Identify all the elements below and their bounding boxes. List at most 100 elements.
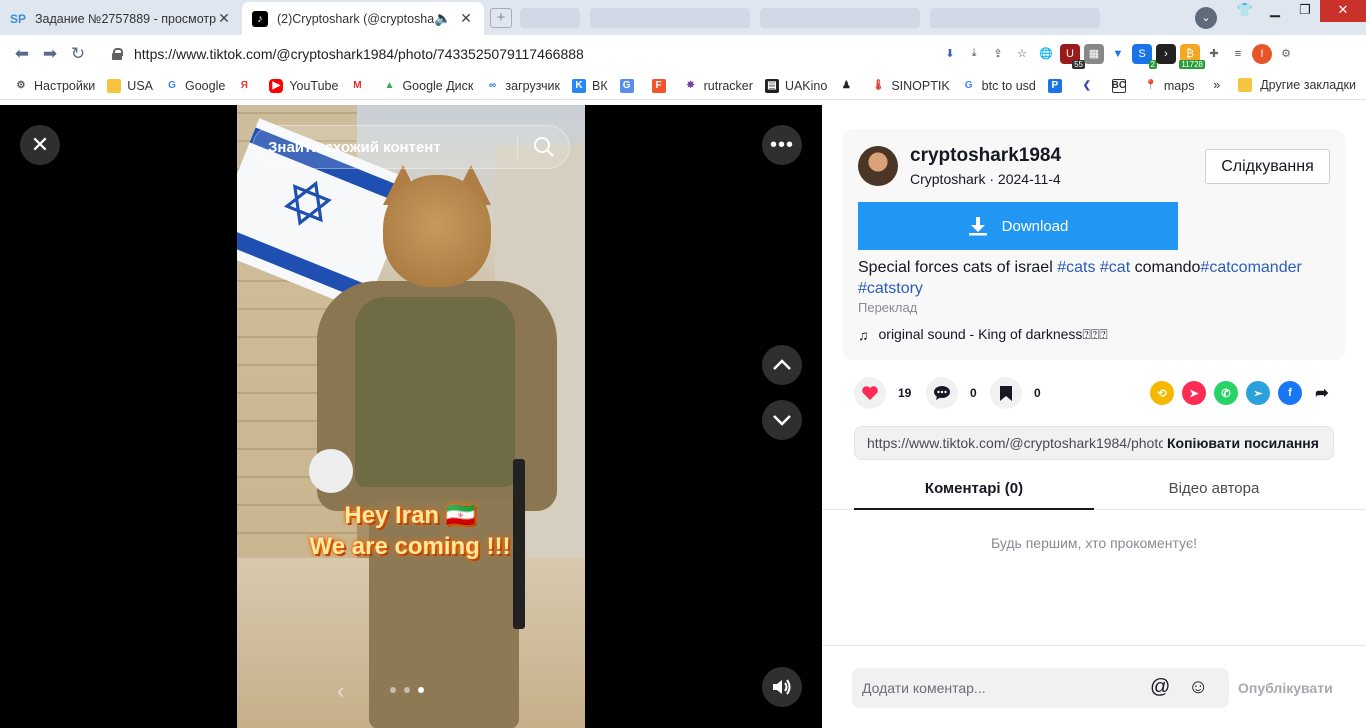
author-username[interactable]: cryptoshark1984 xyxy=(910,145,1061,167)
speaker-icon[interactable]: 🔈 xyxy=(434,10,451,27)
repost-icon[interactable]: ⟲ xyxy=(1150,381,1174,405)
reload-icon[interactable]: ↻ xyxy=(64,44,92,64)
maximize-icon[interactable]: ❐ xyxy=(1290,0,1320,22)
extension-icon[interactable]: ▦ xyxy=(1084,43,1104,64)
send-icon[interactable]: ➤ xyxy=(1182,381,1206,405)
minimize-icon[interactable]: ▁ xyxy=(1260,0,1290,22)
author-avatar[interactable] xyxy=(858,146,898,186)
share-link-text[interactable]: https://www.tiktok.com/@cryptoshark1984/… xyxy=(867,435,1163,451)
page-dot[interactable] xyxy=(390,687,396,693)
author-display-name[interactable]: Cryptoshark xyxy=(910,171,985,187)
google-drive-icon: ▲ xyxy=(384,80,395,91)
hashtag-link[interactable]: #cat xyxy=(1100,259,1130,276)
puzzle-icon[interactable]: ✚ xyxy=(1204,44,1224,64)
hashtag-link[interactable]: #catstory xyxy=(858,280,923,297)
other-bookmarks[interactable]: » Другие закладки xyxy=(1213,78,1356,92)
bookmark-item[interactable]: ▤ UAKino xyxy=(764,78,827,93)
volume-button[interactable] xyxy=(762,667,802,707)
whatsapp-icon[interactable]: ✆ xyxy=(1214,381,1238,405)
search-icon[interactable] xyxy=(533,136,555,158)
bookmark-item[interactable]: F xyxy=(651,78,672,93)
comment-button[interactable]: 0 xyxy=(926,377,977,409)
bookmark-item[interactable]: Gbtc to usd xyxy=(962,79,1036,93)
telegram-icon[interactable]: ➢ xyxy=(1246,381,1270,405)
bookmark-star-icon[interactable]: ☆ xyxy=(1012,44,1032,64)
browser-tab[interactable] xyxy=(520,8,580,28)
similar-content-search[interactable]: Знайти схожий контент xyxy=(252,125,570,169)
tab-author-videos[interactable]: Відео автора xyxy=(1094,472,1334,510)
terminal-icon[interactable]: › xyxy=(1156,43,1176,64)
hashtag-link[interactable]: #cats xyxy=(1057,259,1095,276)
bookmark-item[interactable]: 📍 maps xyxy=(1144,79,1195,93)
bookmark-item[interactable]: ▲ Google Диск xyxy=(382,79,473,93)
share-arrow-icon[interactable]: ➦ xyxy=(1310,381,1334,405)
bitcoin-icon[interactable]: ₿ 11728 xyxy=(1179,43,1205,69)
more-bookmarks-icon[interactable]: » xyxy=(1213,78,1220,92)
bookmark-item[interactable]: ▶ YouTube xyxy=(269,78,338,93)
bookmark-item[interactable]: ♟ xyxy=(839,79,859,93)
close-tab-icon[interactable]: ✕ xyxy=(216,10,232,27)
translate-icon[interactable]: 🌐 xyxy=(1036,44,1056,64)
page-dot[interactable] xyxy=(404,687,410,693)
bookmark-item[interactable]: Я xyxy=(237,79,257,93)
close-tab-icon[interactable]: ✕ xyxy=(458,10,474,27)
new-tab-button[interactable]: + xyxy=(490,8,512,28)
tab-comments[interactable]: Коментарі (0) xyxy=(854,472,1094,510)
menu-icon[interactable]: ⚙ xyxy=(1276,44,1296,64)
previous-post-button[interactable] xyxy=(762,345,802,385)
hashtag-link[interactable]: #catcomander xyxy=(1200,259,1301,276)
extension-icon[interactable]: S2 xyxy=(1132,43,1157,69)
extensions-toolbar: ⬇ ⤓ ⇪ ☆ 🌐 U 55 ▦ ▼ S2 › ₿ 11728 ✚ ≡ I ⚙ xyxy=(940,35,1296,72)
music-link[interactable]: ♫ original sound - King of darkness⍰⍰⍰ xyxy=(858,326,1108,343)
browser-tab[interactable] xyxy=(590,8,750,28)
page-dot-active[interactable] xyxy=(418,687,424,693)
facebook-icon[interactable]: f xyxy=(1278,381,1302,405)
publish-button[interactable]: Опублікувати xyxy=(1238,680,1333,696)
bookmark-item[interactable]: G xyxy=(619,78,640,93)
ublock-icon[interactable]: U 55 xyxy=(1060,43,1085,69)
bookmark-item[interactable]: ❮ xyxy=(1080,79,1100,93)
download-button[interactable]: Download xyxy=(858,202,1178,250)
url-field[interactable]: https://www.tiktok.com/@cryptoshark1984/… xyxy=(100,39,940,68)
emoji-icon[interactable]: ☺ xyxy=(1188,676,1208,699)
forward-icon[interactable]: ➡ xyxy=(36,44,64,64)
lock-icon[interactable] xyxy=(112,47,123,60)
vpn-icon[interactable]: ▼ xyxy=(1108,44,1128,64)
bookmark-item[interactable]: K ВК xyxy=(571,78,608,93)
copy-link-button[interactable]: Копіювати посилання xyxy=(1167,435,1319,451)
install-icon[interactable]: ⤓ xyxy=(964,44,984,64)
like-button[interactable]: 19 xyxy=(854,377,911,409)
playlist-icon[interactable]: ≡ xyxy=(1228,44,1248,64)
bookmark-item[interactable]: USA xyxy=(107,78,153,93)
comment-input[interactable]: Додати коментар... @ ☺ xyxy=(852,668,1229,708)
browser-tab[interactable]: SP Задание №2757889 - просмотр з ✕ xyxy=(0,2,242,35)
shirt-icon[interactable]: 👕 xyxy=(1230,0,1260,22)
tab-search-icon[interactable]: ⌄ xyxy=(1195,7,1217,29)
share-icon[interactable]: ⇪ xyxy=(988,44,1008,64)
download-icon[interactable]: ⬇ xyxy=(940,44,960,64)
close-viewer-button[interactable]: ✕ xyxy=(20,125,60,165)
back-icon[interactable]: ⬅ xyxy=(8,44,36,64)
more-options-button[interactable]: ••• xyxy=(762,125,802,165)
next-post-button[interactable] xyxy=(762,400,802,440)
close-window-icon[interactable]: ✕ xyxy=(1320,0,1366,22)
bookmark-item[interactable]: ✸ rutracker xyxy=(684,79,753,93)
bookmark-item[interactable]: P xyxy=(1047,78,1068,93)
bookmark-item[interactable]: ∞ загрузчик xyxy=(485,79,560,93)
bookmark-item[interactable]: ⚙ Настройки xyxy=(14,79,96,93)
translate-link[interactable]: Переклад xyxy=(858,300,917,315)
mention-icon[interactable]: @ xyxy=(1150,676,1170,699)
bookmark-item[interactable]: 🌡 SINOPTIK xyxy=(871,79,950,93)
browser-tab-active[interactable]: ♪ (2)Cryptoshark (@cryptoshark 🔈 ✕ xyxy=(242,2,484,35)
post-photo[interactable]: ✡ Hey Iran 🇮🇷 We are coming !!! xyxy=(237,105,585,728)
bookmark-item[interactable]: BC xyxy=(1112,78,1132,93)
previous-image-icon[interactable]: ‹ xyxy=(337,678,344,704)
browser-tab[interactable] xyxy=(760,8,920,28)
follow-button[interactable]: Слідкування xyxy=(1205,149,1330,184)
profile-avatar[interactable]: I xyxy=(1252,43,1272,64)
browser-tab[interactable] xyxy=(930,8,1100,28)
save-button[interactable]: 0 xyxy=(990,377,1041,409)
bookmark-item[interactable]: M xyxy=(350,79,370,93)
tiktok-favicon-icon: ♪ xyxy=(252,10,268,27)
bookmark-item[interactable]: G Google xyxy=(165,79,225,93)
